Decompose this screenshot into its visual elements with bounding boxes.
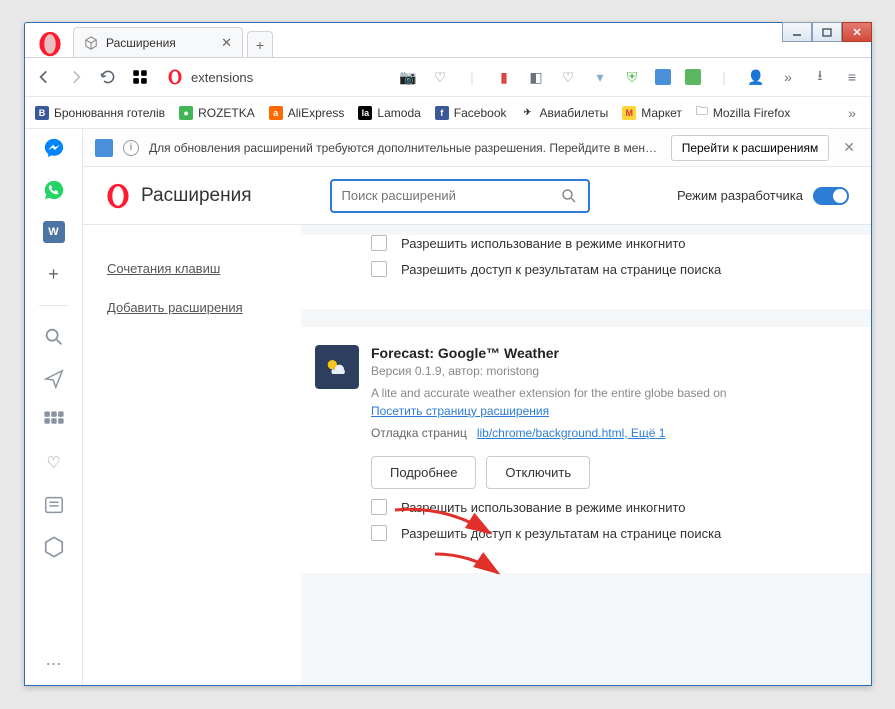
allow-incognito-checkbox[interactable] <box>371 235 387 251</box>
extension-description: A lite and accurate weather extension fo… <box>371 386 843 400</box>
forward-button[interactable] <box>67 68 85 86</box>
new-tab-button[interactable]: + <box>247 31 273 57</box>
info-icon: i <box>123 140 139 156</box>
maximize-button[interactable] <box>812 22 842 42</box>
perm-label: Разрешить доступ к результатам на страни… <box>401 526 721 541</box>
details-button[interactable]: Подробнее <box>371 456 476 489</box>
developer-mode-toggle[interactable] <box>813 187 849 205</box>
perm-label: Разрешить использование в режиме инкогни… <box>401 236 686 251</box>
sep: | <box>715 68 733 86</box>
reload-button[interactable] <box>99 68 117 86</box>
perm-label: Разрешить доступ к результатам на страни… <box>401 262 721 277</box>
extensions-header: Расширения Режим разработчика <box>83 167 871 225</box>
bookmark-item[interactable]: ●ROZETKA <box>179 106 255 120</box>
notification-text: Для обновления расширений требуются допо… <box>149 141 661 155</box>
cube-sidebar-icon[interactable] <box>43 536 65 558</box>
speed-dial-icon[interactable] <box>43 410 65 432</box>
opera-logo-icon <box>105 183 131 209</box>
go-to-extensions-button[interactable]: Перейти к расширениям <box>671 135 830 161</box>
ext-icon-3[interactable]: ♡ <box>559 68 577 86</box>
easy-setup-icon[interactable]: ≡ <box>843 68 861 86</box>
disable-button[interactable]: Отключить <box>486 456 590 489</box>
download-icon[interactable] <box>685 69 701 85</box>
tab-extensions[interactable]: Расширения ✕ <box>73 27 243 57</box>
search-extensions-box[interactable] <box>330 179 590 213</box>
bookmark-item[interactable]: 🗀Mozilla Firefox <box>696 102 790 123</box>
bookmark-item[interactable]: BБронювання готелів <box>35 106 165 120</box>
allow-search-checkbox[interactable] <box>371 261 387 277</box>
close-button[interactable] <box>842 22 872 42</box>
perm-label: Разрешить использование в режиме инкогни… <box>401 500 686 515</box>
developer-mode-label: Режим разработчика <box>677 188 803 203</box>
bookmarks-icon[interactable]: ♡ <box>43 452 65 474</box>
debug-pages-label: Отладка страниц <box>371 426 467 440</box>
page-title: Расширения <box>141 185 252 207</box>
send-icon[interactable] <box>43 368 65 390</box>
search-icon[interactable] <box>43 326 65 348</box>
bookmarks-overflow-icon[interactable]: » <box>843 104 861 122</box>
address-bar: extensions 📷 ♡ | ▮ ◧ ♡ ▾ ⛨ | 👤 » ⭳ ≡ <box>25 57 871 97</box>
url-text[interactable]: extensions <box>191 70 253 85</box>
bookmark-item[interactable]: ✈Авиабилеты <box>521 106 609 120</box>
visit-extension-link[interactable]: Посетить страницу расширения <box>371 404 549 418</box>
notification-close-icon[interactable]: ✕ <box>839 139 859 156</box>
tab-label: Расширения <box>106 36 176 50</box>
tab-close-icon[interactable]: ✕ <box>221 35 232 51</box>
extensions-list[interactable]: Разрешить использование в режиме инкогни… <box>301 225 871 685</box>
whatsapp-icon[interactable] <box>43 179 65 201</box>
translate-icon[interactable] <box>655 69 671 85</box>
profile-icon[interactable]: 👤 <box>747 68 765 86</box>
back-button[interactable] <box>35 68 53 86</box>
extension-version: Версия 0.1.9, автор: moristong <box>371 364 843 378</box>
bookmark-item[interactable]: fFacebook <box>435 106 507 120</box>
extensions-side-nav: Сочетания клавиш Добавить расширения <box>83 225 301 685</box>
allow-search-checkbox[interactable] <box>371 525 387 541</box>
snapshot-icon[interactable]: 📷 <box>399 68 417 86</box>
ext-icon-4[interactable]: ▾ <box>591 68 609 86</box>
cube-icon <box>84 36 98 50</box>
overflow-icon[interactable]: » <box>779 68 797 86</box>
heart-icon[interactable]: ♡ <box>431 68 449 86</box>
shield-icon[interactable]: ⛨ <box>623 68 641 86</box>
extension-app-icon <box>315 345 359 389</box>
sidebar-more-icon[interactable]: ⋯ <box>43 653 65 675</box>
sep: | <box>463 68 481 86</box>
speed-dial-button[interactable] <box>131 68 149 86</box>
permissions-notification: i Для обновления расширений требуются до… <box>83 129 871 167</box>
bookmark-item[interactable]: laLamoda <box>358 106 420 120</box>
opera-menu-button[interactable] <box>35 31 65 57</box>
messenger-icon[interactable] <box>43 137 65 159</box>
extension-card: Разрешить использование в режиме инкогни… <box>301 235 871 309</box>
add-messenger-button[interactable]: + <box>43 263 65 285</box>
keyboard-shortcuts-link[interactable]: Сочетания клавиш <box>107 261 277 276</box>
add-extensions-link[interactable]: Добавить расширения <box>107 300 277 315</box>
tab-strip: Расширения ✕ + <box>25 23 871 57</box>
bookmarks-bar: BБронювання готелів ●ROZETKA aAliExpress… <box>25 97 871 129</box>
allow-incognito-checkbox[interactable] <box>371 499 387 515</box>
debug-pages-link[interactable]: lib/chrome/background.html, Ещё 1 <box>477 426 666 440</box>
opera-icon <box>167 69 183 85</box>
extension-name: Forecast: Google™ Weather <box>371 345 843 361</box>
search-glass-icon <box>560 187 578 205</box>
sidebar: W + ♡ ⋯ <box>25 129 83 685</box>
news-icon[interactable] <box>43 494 65 516</box>
bookmark-item[interactable]: aAliExpress <box>269 106 345 120</box>
search-input[interactable] <box>342 188 560 203</box>
ext-icon-2[interactable]: ◧ <box>527 68 545 86</box>
extension-card-forecast: Forecast: Google™ Weather Версия 0.1.9, … <box>301 327 871 573</box>
minimize-button[interactable] <box>782 22 812 42</box>
ext-icon-1[interactable]: ▮ <box>495 68 513 86</box>
bookmark-item[interactable]: MМаркет <box>622 106 682 120</box>
translate-badge-icon <box>95 139 113 157</box>
vk-icon[interactable]: W <box>43 221 65 243</box>
downloads-button[interactable]: ⭳ <box>811 68 829 86</box>
